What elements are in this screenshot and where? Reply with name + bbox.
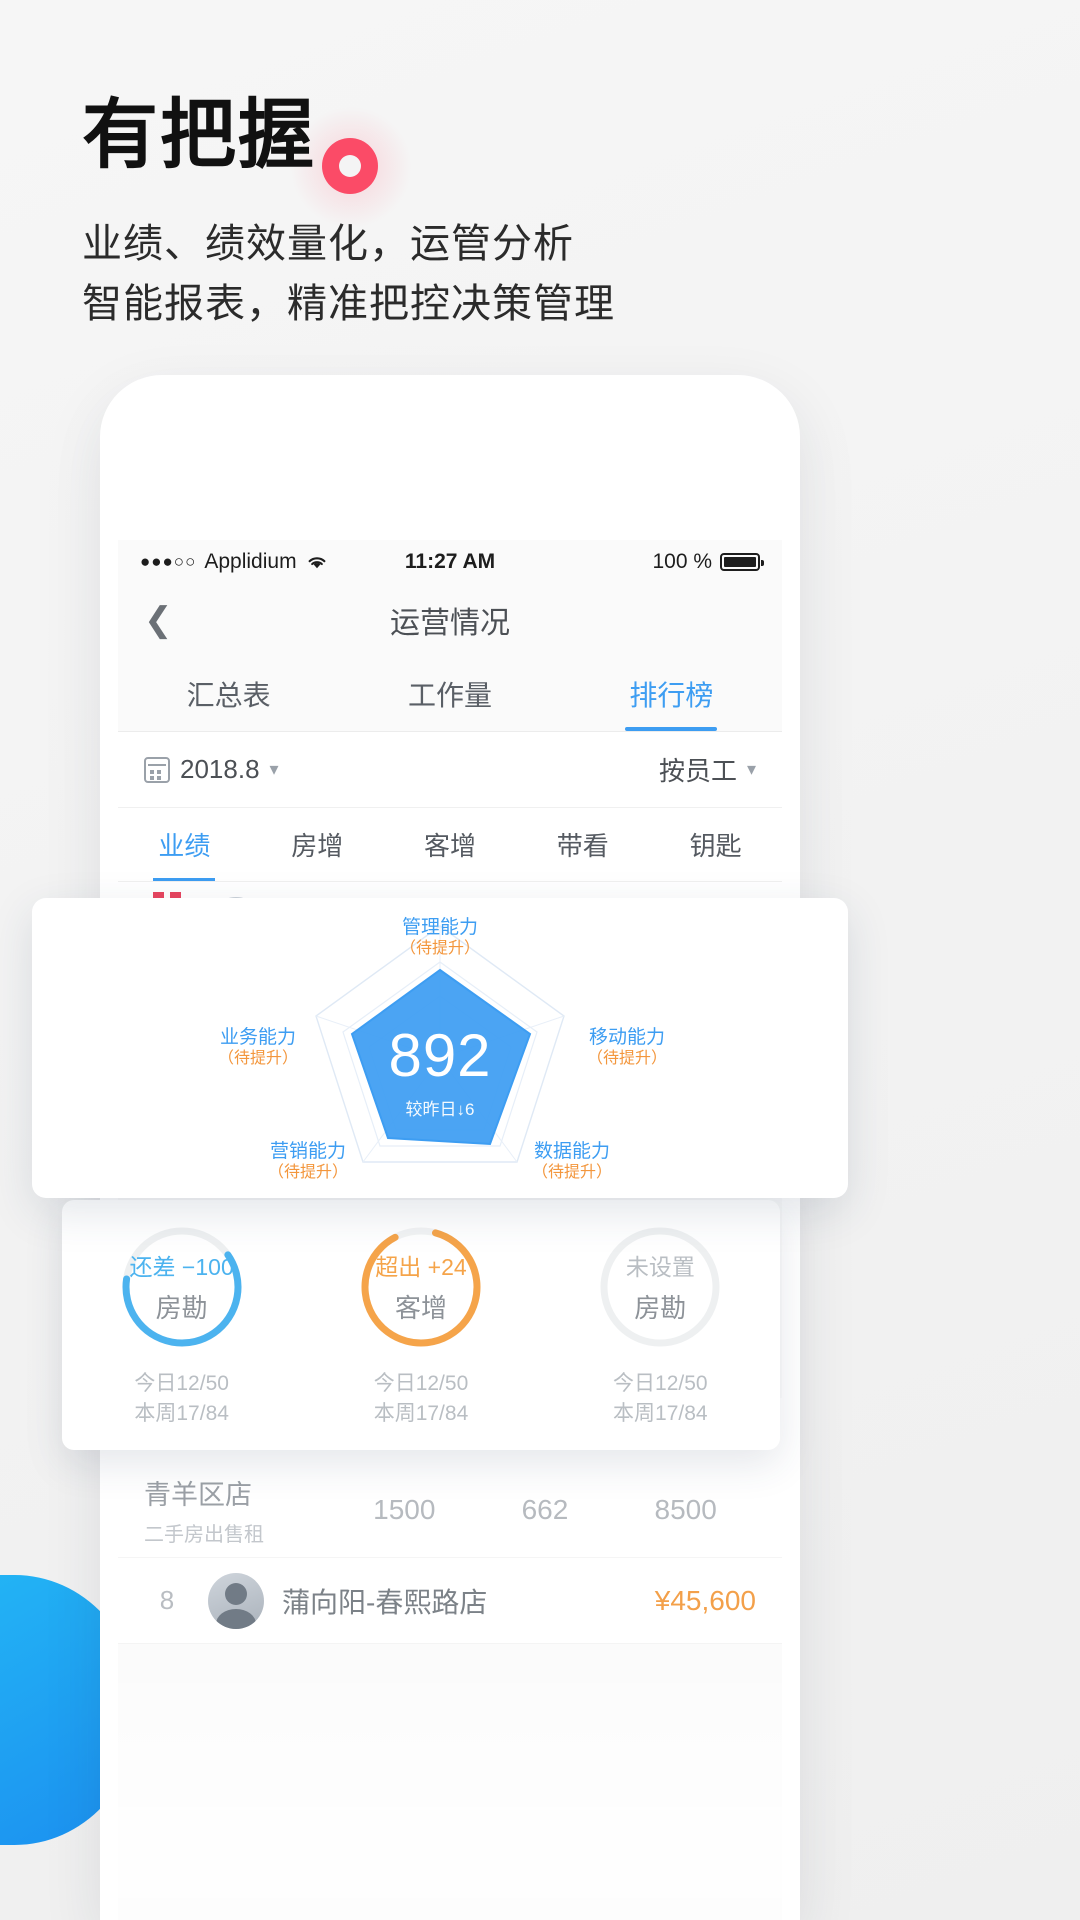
score-value: 892	[388, 1022, 492, 1089]
subtab-house-add[interactable]: 房增	[251, 808, 384, 881]
battery-percent-label: 100 %	[652, 550, 713, 573]
stat-name-label: 房勘	[155, 1293, 208, 1324]
stat-week: 本周17/84	[613, 1402, 708, 1425]
subtab-keys[interactable]: 钥匙	[649, 808, 782, 881]
radar-axis-status: （待提升）	[532, 1164, 613, 1182]
table-cell-settled: 8500	[654, 1493, 717, 1525]
table-cell-region: 青羊区店 二手房出售租	[144, 1473, 334, 1547]
radar-axis-label: 营销能力	[270, 1141, 347, 1162]
list-item-rank: 8	[159, 1585, 175, 1615]
filter-bar: 2018.8 ▾ 按员工 ▾	[118, 732, 782, 808]
radar-axis-label: 管理能力	[401, 917, 479, 938]
table-cell-total: 662	[521, 1493, 569, 1525]
stat-today: 今日12/50	[613, 1371, 708, 1395]
stat-today: 今日12/50	[134, 1371, 229, 1395]
list-item[interactable]: 8 蒲向阳-春熙路店 ¥45,600	[118, 1558, 782, 1644]
stat-name-label: 房勘	[634, 1293, 687, 1324]
score-delta: 较昨日↓6	[405, 1100, 475, 1119]
poster-stage: 有把握 业绩、绩效量化，运管分析 智能报表，精准把控决策管理 ●●●○○ App…	[0, 0, 1080, 1920]
navbar-title: 运营情况	[390, 607, 510, 640]
region-subtitle: 二手房出售租	[144, 1523, 264, 1546]
group-by-selector[interactable]: 按员工 ▾	[659, 751, 756, 788]
stat-week: 本周17/84	[373, 1402, 469, 1425]
stat-week: 本周17/84	[134, 1402, 229, 1425]
stat-status-label: 超出 +24	[375, 1254, 467, 1281]
app-navbar: ❮ 运营情况	[118, 584, 782, 656]
radar-axis-status: （待提升）	[399, 940, 481, 958]
status-bar-left: ●●●○○ Applidium	[140, 550, 405, 574]
tab-summary[interactable]: 汇总表	[118, 656, 339, 731]
battery-full-icon	[720, 553, 765, 571]
signal-dots-icon: ●●●○○	[140, 552, 197, 571]
avatar	[208, 1572, 264, 1629]
hero-headline-group: 有把握	[82, 93, 414, 230]
status-bar: ●●●○○ Applidium 11:27 AM 100 %	[118, 540, 782, 584]
stat-name-label: 客增	[394, 1293, 447, 1324]
period-selector[interactable]: 2018.8 ▾	[144, 754, 279, 785]
progress-ring-unset: 未设置 房勘	[594, 1221, 726, 1353]
tab-ranking[interactable]: 排行榜	[561, 656, 782, 731]
radar-axis-label: 数据能力	[534, 1141, 611, 1162]
stat-status-label: 未设置	[625, 1254, 695, 1281]
stat-detail-lines: 今日12/50 本周17/84	[374, 1369, 469, 1430]
progress-ring-content: 还差 −100 房勘	[116, 1221, 248, 1353]
list-item-name: 蒲向阳-春熙路店	[282, 1586, 488, 1618]
primary-tabs: 汇总表 工作量 排行榜	[118, 656, 782, 732]
radar-label-marketing: 营销能力 （待提升）	[268, 1140, 348, 1183]
radar-label-data: 数据能力 （待提升）	[532, 1140, 612, 1183]
stat-detail-lines: 今日12/50 本周17/84	[134, 1369, 229, 1430]
progress-ring-house-survey: 还差 −100 房勘	[116, 1221, 248, 1353]
progress-ring-content: 超出 +24 客增	[355, 1221, 487, 1353]
region-name: 青羊区店	[144, 1479, 252, 1510]
table-row[interactable]: 青羊区店 二手房出售租 1500 662 8500	[118, 1462, 782, 1558]
stat-cell-house-survey[interactable]: 还差 −100 房勘 今日12/50 本周17/84	[62, 1221, 301, 1430]
hero-subtitle-line-2: 智能报表，精准把控决策管理	[82, 282, 615, 326]
radar-center-score: 892 较昨日↓6	[388, 1026, 491, 1120]
metric-subtabs: 业绩 房增 客增 带看 钥匙	[118, 808, 782, 882]
chevron-left-icon[interactable]: ❮	[144, 603, 173, 637]
stat-cell-unset[interactable]: 未设置 房勘 今日12/50 本周17/84	[541, 1221, 780, 1430]
status-bar-right: 100 %	[495, 550, 765, 574]
radar-label-management: 管理能力 （待提升）	[400, 916, 480, 959]
subtab-client-add[interactable]: 客增	[384, 808, 517, 881]
status-bar-clock: 11:27 AM	[404, 550, 496, 573]
radar-axis-label: 业务能力	[220, 1027, 297, 1048]
goal-stats-card: 还差 −100 房勘 今日12/50 本周17/84 超出 +24 客增 今日1…	[62, 1200, 780, 1450]
chevron-down-icon: ▾	[269, 759, 279, 779]
stat-today: 今日12/50	[373, 1371, 469, 1395]
chevron-down-icon: ▾	[746, 759, 756, 779]
ability-radar-card: 892 较昨日↓6 管理能力 （待提升） 移动能力 （待提升） 数据能力 （待提…	[32, 898, 848, 1198]
stat-detail-lines: 今日12/50 本周17/84	[613, 1369, 708, 1430]
calendar-icon	[144, 756, 170, 783]
radar-axis-status: （待提升）	[587, 1050, 668, 1068]
subtab-viewings[interactable]: 带看	[516, 808, 649, 881]
stat-cell-client-add[interactable]: 超出 +24 客增 今日12/50 本周17/84	[301, 1221, 540, 1430]
table-cell-deals: 1500	[373, 1493, 436, 1525]
stat-status-label: 还差 −100	[129, 1254, 234, 1281]
radar-axis-status: （待提升）	[268, 1164, 349, 1182]
wifi-icon	[308, 557, 326, 569]
radar-label-mobility: 移动能力 （待提升）	[587, 1026, 667, 1069]
group-by-label: 按员工	[658, 756, 737, 786]
carrier-label: Applidium	[204, 550, 297, 573]
subtab-performance[interactable]: 业绩	[118, 808, 251, 881]
progress-ring-content: 未设置 房勘	[594, 1221, 726, 1353]
radar-axis-status: （待提升）	[218, 1050, 299, 1068]
tab-workload[interactable]: 工作量	[339, 656, 560, 731]
hero-subtitle: 业绩、绩效量化，运管分析 智能报表，精准把控决策管理	[82, 214, 615, 334]
overlay-scrim	[118, 1658, 782, 1920]
radar-label-business: 业务能力 （待提升）	[218, 1026, 298, 1069]
list-item-value: ¥45,600	[654, 1584, 756, 1616]
headline-accent-dot-icon	[322, 138, 378, 194]
page-title: 有把握	[82, 93, 316, 178]
period-label: 2018.8	[180, 754, 260, 784]
progress-ring-client-add: 超出 +24 客增	[355, 1221, 487, 1353]
radar-axis-label: 移动能力	[589, 1027, 666, 1048]
